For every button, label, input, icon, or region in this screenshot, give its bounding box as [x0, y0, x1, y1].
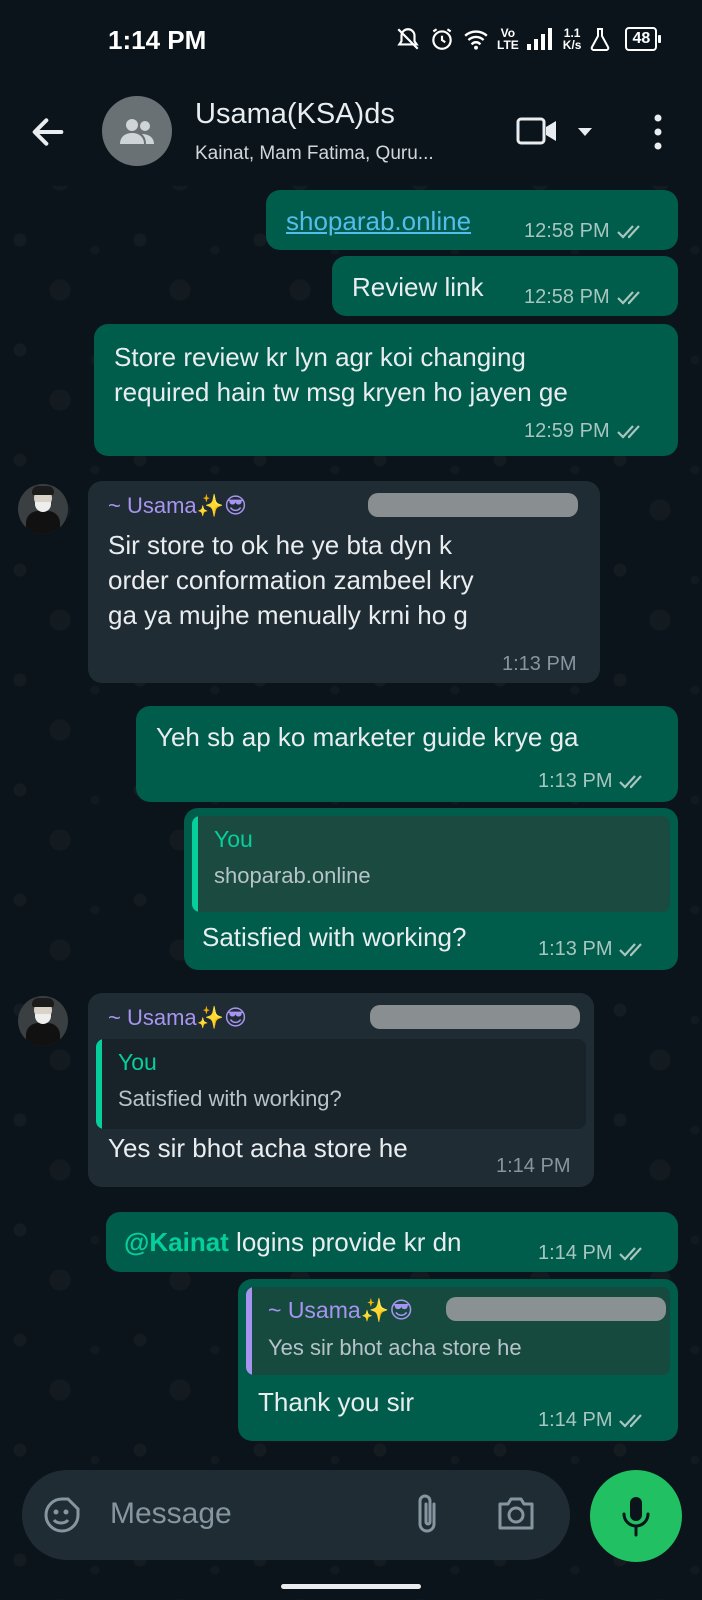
message-time: 1:13 PM: [502, 653, 577, 675]
more-options-icon[interactable]: [652, 112, 664, 152]
message-time: 1:13 PM: [538, 938, 613, 960]
double-check-icon: [619, 942, 643, 957]
double-check-icon: [616, 224, 640, 239]
back-arrow-icon[interactable]: [28, 112, 68, 152]
home-indicator: [281, 1584, 421, 1589]
attach-icon[interactable]: [414, 1492, 440, 1536]
message-text: Sir store to ok he ye bta dyn k: [108, 530, 452, 560]
message-bubble[interactable]: Yeh sb ap ko marketer guide krye ga 1:13…: [136, 706, 678, 802]
quoted-text: Satisfied with working?: [118, 1086, 342, 1111]
message-text: Store review kr lyn agr koi changing: [114, 342, 526, 372]
status-time: 1:14 PM: [108, 25, 207, 55]
muted-bell-icon: [397, 28, 419, 50]
double-check-icon: [619, 1246, 643, 1261]
group-avatar[interactable]: [102, 96, 172, 166]
status-icons: Vo LTE 1.1 K/s 48: [395, 22, 662, 56]
message-text: ga ya mujhe menually krni ho g: [108, 600, 468, 630]
chevron-down-icon[interactable]: [576, 126, 594, 138]
message-bubble[interactable]: ~ Usama✨😎 You Satisfied with working? Ye…: [88, 993, 594, 1187]
quoted-sender: ~ Usama✨😎: [268, 1297, 414, 1323]
member-avatar[interactable]: [18, 996, 68, 1046]
camera-icon[interactable]: [496, 1494, 536, 1532]
message-time: 12:58 PM: [524, 286, 610, 308]
quoted-message[interactable]: You Satisfied with working?: [96, 1039, 586, 1129]
message-bubble[interactable]: shoparab.online 12:58 PM: [266, 190, 678, 250]
sticker-emoji-icon[interactable]: [42, 1495, 82, 1535]
message-link[interactable]: shoparab.online: [286, 206, 471, 236]
network-speed: 1.1 K/s: [562, 26, 582, 52]
redacted-phone: [370, 1005, 580, 1029]
sender-name[interactable]: ~ Usama✨😎: [108, 1005, 247, 1031]
double-check-icon: [616, 290, 640, 305]
quoted-message[interactable]: ~ Usama✨😎 Yes sir bhot acha store he: [246, 1287, 670, 1375]
chat-header: Usama(KSA)ds Kainat, Mam Fatima, Quru...: [0, 82, 702, 186]
message-text: order conformation zambeel kry: [108, 565, 474, 595]
quoted-sender: You: [118, 1049, 157, 1075]
sender-name[interactable]: ~ Usama✨😎: [108, 493, 247, 519]
double-check-icon: [616, 424, 640, 439]
redacted-phone: [368, 493, 578, 517]
message-text: required hain tw msg kryen ho jayen ge: [114, 377, 568, 407]
message-text: Satisfied with working?: [202, 922, 467, 952]
message-text: logins provide kr dn: [228, 1227, 462, 1257]
message-time: 12:58 PM: [524, 220, 610, 242]
voice-record-button[interactable]: [590, 1470, 682, 1562]
double-check-icon: [619, 774, 643, 789]
message-composer: Message: [22, 1470, 570, 1560]
quoted-text: Yes sir bhot acha store he: [268, 1335, 522, 1360]
message-text: Review link: [352, 272, 484, 302]
message-input[interactable]: Message: [110, 1497, 232, 1531]
double-check-icon: [619, 1413, 643, 1428]
mention-tag[interactable]: @Kainat: [124, 1227, 229, 1257]
message-time: 1:13 PM: [538, 770, 613, 792]
message-time: 1:14 PM: [538, 1242, 613, 1264]
member-avatar[interactable]: [18, 484, 68, 534]
quoted-sender: You: [214, 826, 253, 852]
message-text: Thank you sir: [258, 1387, 415, 1417]
status-bar: 1:14 PM Vo LTE 1.1 K/s 48: [0, 0, 702, 82]
message-bubble[interactable]: Review link 12:58 PM: [332, 256, 678, 316]
message-bubble[interactable]: ~ Usama✨😎 Yes sir bhot acha store he Tha…: [238, 1279, 678, 1441]
flask-icon: [591, 28, 610, 51]
message-bubble[interactable]: You shoparab.online Satisfied with worki…: [184, 808, 678, 970]
chat-title[interactable]: Usama(KSA)ds: [195, 98, 395, 131]
message-bubble[interactable]: Store review kr lyn agr koi changing req…: [94, 324, 678, 456]
message-time: 12:59 PM: [524, 420, 610, 442]
message-text: Yes sir bhot acha store he: [108, 1133, 408, 1163]
quoted-message[interactable]: You shoparab.online: [192, 816, 670, 912]
alarm-icon: [432, 28, 452, 50]
group-icon: [120, 119, 154, 144]
message-bubble[interactable]: @Kainat logins provide kr dn 1:14 PM: [106, 1212, 678, 1272]
battery-indicator: 48: [625, 27, 662, 51]
video-call-icon[interactable]: [516, 116, 558, 146]
message-text: Yeh sb ap ko marketer guide krye ga: [156, 722, 579, 752]
redacted-phone: [446, 1297, 666, 1321]
wifi-icon: [464, 30, 488, 50]
message-time: 1:14 PM: [538, 1409, 613, 1431]
message-time: 1:14 PM: [496, 1155, 571, 1177]
chat-participants[interactable]: Kainat, Mam Fatima, Quru...: [195, 143, 434, 165]
quoted-text: shoparab.online: [214, 863, 371, 888]
message-bubble[interactable]: ~ Usama✨😎 Sir store to ok he ye bta dyn …: [88, 481, 600, 683]
microphone-icon: [622, 1497, 650, 1537]
volte-indicator: Vo LTE: [497, 26, 519, 52]
signal-icon: [526, 28, 552, 50]
